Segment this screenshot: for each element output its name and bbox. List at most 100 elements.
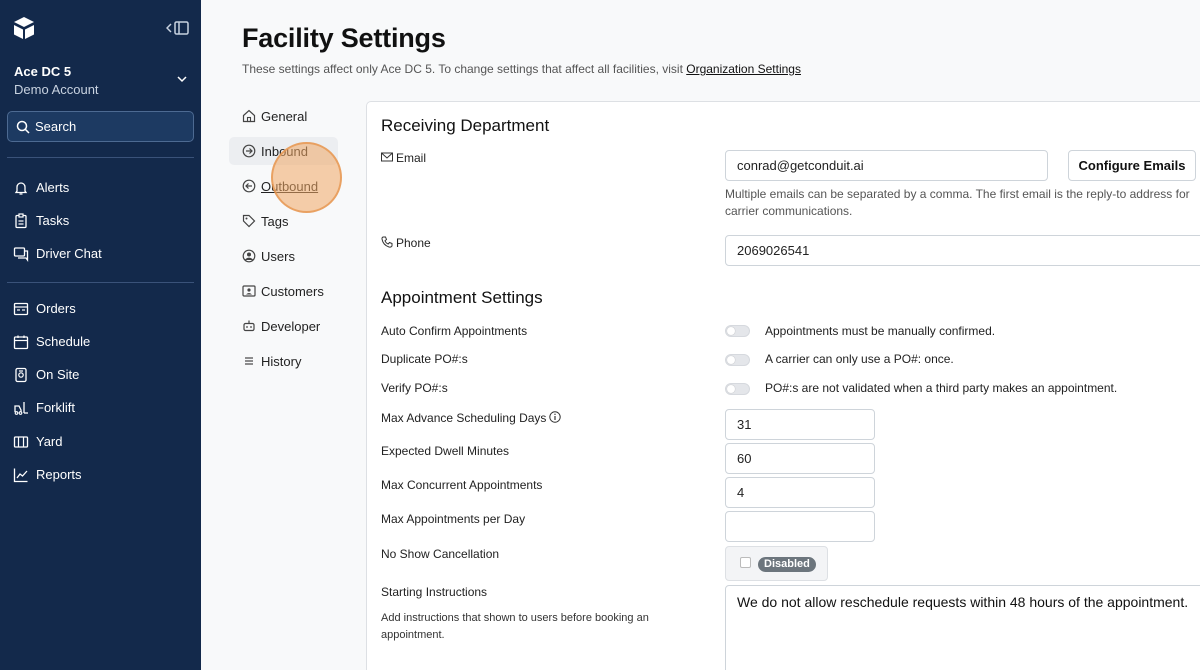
organization-settings-link[interactable]: Organization Settings: [686, 62, 801, 76]
search-icon: [16, 120, 30, 134]
instructions-help-text: Add instructions that shown to users bef…: [381, 612, 649, 641]
clipboard-icon: [15, 213, 27, 229]
chart-line-icon: [13, 468, 28, 483]
contact-card-icon: [242, 285, 256, 297]
dwell-input[interactable]: 60: [725, 443, 875, 474]
tab-outbound[interactable]: Outbound: [229, 172, 338, 200]
email-help-text: Multiple emails can be separated by a co…: [725, 187, 1190, 218]
instructions-textarea[interactable]: We do not allow reschedule requests with…: [725, 585, 1200, 670]
list-icon: [245, 357, 253, 365]
forklift-icon: [14, 402, 28, 415]
concurrent-label: Max Concurrent Appointments: [381, 478, 543, 492]
email-input[interactable]: conrad@getconduit.ai: [725, 150, 1048, 181]
tab-label: General: [261, 109, 308, 124]
sidebar-item-label: Alerts: [36, 180, 70, 195]
verify-po-toggle[interactable]: [725, 383, 750, 395]
instructions-label: Starting Instructions: [381, 585, 488, 599]
arrow-left-circle-icon: [242, 179, 256, 193]
max-advance-label: Max Advance Scheduling Days: [381, 411, 564, 425]
onsite-icon: [15, 367, 27, 383]
account-switcher[interactable]: Ace DC 5 Demo Account: [14, 64, 190, 100]
status-badge: Disabled: [758, 557, 816, 572]
chat-icon: [13, 247, 29, 262]
tab-label: History: [261, 354, 302, 369]
logo-icon[interactable]: [12, 16, 36, 40]
collapse-sidebar-icon[interactable]: [166, 19, 190, 37]
max-advance-label-text: Max Advance Scheduling Days: [381, 411, 547, 425]
tab-label: Customers: [261, 284, 324, 299]
sidebar-search[interactable]: Search: [7, 111, 194, 142]
page-subtitle-text: These settings affect only Ace DC 5. To …: [242, 62, 687, 76]
robot-icon: [243, 320, 255, 332]
sidebar-item-yard[interactable]: Yard: [0, 428, 201, 456]
verify-po-label: Verify PO#:s: [381, 381, 448, 395]
sidebar-divider: [7, 157, 194, 158]
phone-input[interactable]: 2069026541: [725, 235, 1200, 266]
sidebar-item-label: Forklift: [36, 400, 75, 415]
no-show-label: No Show Cancellation: [381, 547, 500, 561]
phone-label: Phone: [381, 236, 431, 250]
sidebar: Ace DC 5 Demo Account Search Alerts Task…: [0, 0, 201, 670]
sidebar-item-label: Schedule: [36, 334, 91, 349]
email-label: Email: [381, 151, 426, 165]
no-show-control: Disabled: [725, 546, 828, 581]
tag-icon: [242, 214, 256, 228]
tab-developer[interactable]: Developer: [229, 312, 338, 340]
sidebar-item-alerts[interactable]: Alerts: [0, 174, 201, 202]
per-day-input[interactable]: [725, 511, 875, 542]
calendar-icon: [13, 335, 29, 350]
phone-icon: [381, 236, 393, 248]
page-subtitle: These settings affect only Ace DC 5. To …: [242, 62, 801, 76]
receiving-section-title: Receiving Department: [381, 116, 550, 135]
sidebar-divider: [7, 282, 194, 283]
tab-customers[interactable]: Customers: [229, 277, 338, 305]
sidebar-item-tasks[interactable]: Tasks: [0, 207, 201, 235]
sidebar-item-forklift[interactable]: Forklift: [0, 394, 201, 422]
arrow-right-circle-icon: [242, 144, 256, 158]
search-label: Search: [35, 119, 77, 134]
duplicate-po-description: A carrier can only use a PO#: once.: [765, 352, 954, 366]
duplicate-po-label: Duplicate PO#:s: [381, 352, 468, 366]
auto-confirm-description: Appointments must be manually confirmed.: [765, 324, 996, 338]
user-circle-icon: [242, 249, 256, 263]
tab-label: Tags: [261, 214, 289, 229]
yard-icon: [13, 436, 29, 448]
orders-icon: [13, 302, 29, 316]
home-icon: [242, 109, 256, 123]
tab-history[interactable]: History: [229, 347, 338, 375]
configure-emails-button[interactable]: Configure Emails: [1068, 150, 1196, 181]
sidebar-item-label: On Site: [36, 367, 80, 382]
chevron-down-icon: [177, 76, 187, 83]
concurrent-input[interactable]: 4: [725, 477, 875, 508]
tab-label: Inbound: [261, 144, 308, 159]
auto-confirm-toggle[interactable]: [725, 325, 750, 337]
duplicate-po-toggle[interactable]: [725, 354, 750, 366]
info-icon[interactable]: [549, 411, 562, 423]
sidebar-item-label: Orders: [36, 301, 76, 316]
envelope-icon: [381, 152, 393, 162]
sidebar-item-on-site[interactable]: On Site: [0, 361, 201, 389]
tab-tags[interactable]: Tags: [229, 207, 338, 235]
sidebar-item-orders[interactable]: Orders: [0, 295, 201, 323]
verify-po-description: PO#:s are not validated when a third par…: [765, 381, 1118, 395]
account-subtitle: Demo Account: [14, 82, 99, 97]
auto-confirm-label: Auto Confirm Appointments: [381, 324, 528, 338]
tab-users[interactable]: Users: [229, 242, 338, 270]
email-label-text: Email: [396, 151, 427, 165]
max-advance-input[interactable]: 31: [725, 409, 875, 440]
tab-inbound[interactable]: Inbound: [229, 137, 338, 165]
no-show-checkbox[interactable]: [740, 557, 751, 568]
sidebar-item-schedule[interactable]: Schedule: [0, 328, 201, 356]
page-title: Facility Settings: [242, 23, 446, 53]
appointment-section-title: Appointment Settings: [381, 288, 543, 307]
sidebar-item-label: Yard: [36, 434, 63, 449]
sidebar-item-driver-chat[interactable]: Driver Chat: [0, 240, 201, 268]
sidebar-item-reports[interactable]: Reports: [0, 461, 201, 489]
account-name: Ace DC 5: [14, 64, 72, 79]
sidebar-item-label: Tasks: [36, 213, 70, 228]
sidebar-item-label: Reports: [36, 467, 82, 482]
tab-label: Outbound: [261, 179, 319, 194]
tab-general[interactable]: General: [229, 102, 338, 130]
tab-label: Users: [261, 249, 295, 264]
phone-label-text: Phone: [396, 236, 431, 250]
